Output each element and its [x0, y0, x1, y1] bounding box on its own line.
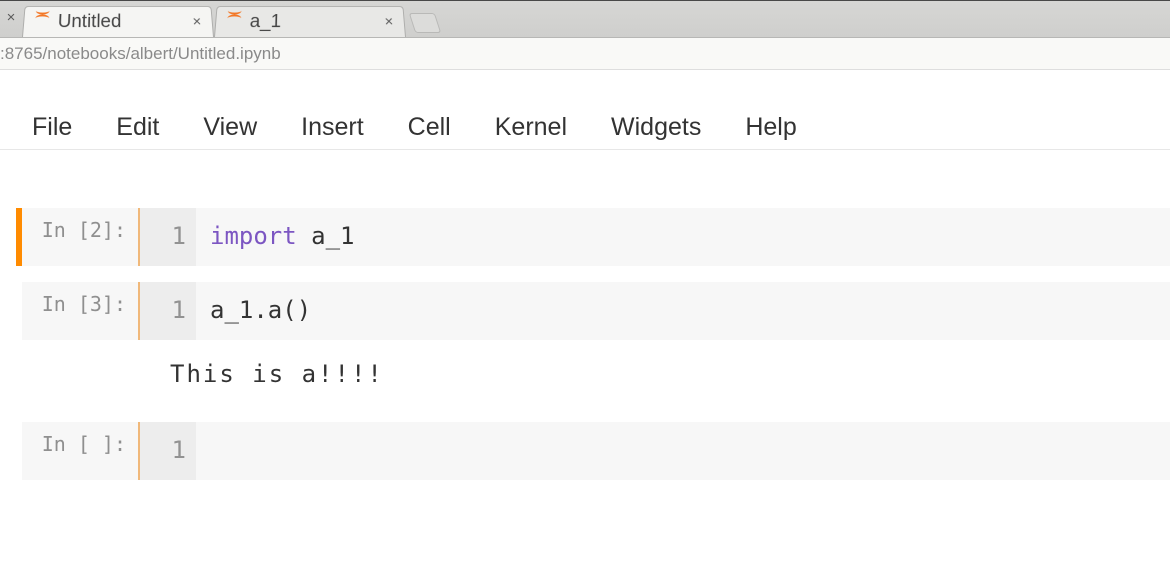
code-cell[interactable]: In [2]: 1 import a_1 — [16, 208, 1170, 266]
code-content[interactable]: import a_1 — [196, 208, 1170, 266]
browser-tab-strip: × Untitled × a_1 × — [0, 0, 1170, 38]
menu-cell[interactable]: Cell — [408, 113, 451, 142]
code-token-plain: a_1 — [297, 222, 355, 250]
notebook-area: File Edit View Insert Cell Kernel Widget… — [0, 70, 1170, 480]
browser-tab-a1[interactable]: a_1 × — [214, 6, 406, 37]
cell-prompt: In [ ]: — [22, 422, 138, 480]
output-text: This is a!!!! — [154, 360, 384, 388]
code-token-plain: a_1.a() — [210, 296, 311, 324]
menu-help[interactable]: Help — [745, 113, 796, 142]
code-cell[interactable]: In [3]: 1 a_1.a() — [16, 282, 1170, 340]
line-number: 1 — [140, 422, 196, 480]
jupyter-icon — [34, 14, 51, 30]
menu-bar: File Edit View Insert Cell Kernel Widget… — [0, 106, 1170, 150]
new-tab-button[interactable] — [409, 13, 441, 33]
cell-input-area[interactable]: 1 import a_1 — [140, 208, 1170, 266]
close-icon: × — [4, 11, 18, 25]
menu-insert[interactable]: Insert — [301, 113, 364, 142]
code-cell[interactable]: In [ ]: 1 — [16, 422, 1170, 480]
jupyter-icon — [226, 14, 243, 30]
menu-view[interactable]: View — [203, 113, 257, 142]
cell-input-area[interactable]: 1 — [140, 422, 1170, 480]
close-icon[interactable]: × — [190, 15, 205, 29]
line-number: 1 — [140, 208, 196, 266]
tab-title: Untitled — [57, 11, 190, 32]
menu-file[interactable]: File — [32, 113, 72, 142]
menu-widgets[interactable]: Widgets — [611, 113, 701, 142]
cells-container: In [2]: 1 import a_1 In [3]: 1 a_1.a() T… — [0, 150, 1170, 480]
address-bar: :8765/notebooks/albert/Untitled.ipynb — [0, 38, 1170, 70]
tab-title: a_1 — [249, 11, 382, 32]
cell-input-area[interactable]: 1 a_1.a() — [140, 282, 1170, 340]
code-content[interactable] — [196, 422, 1170, 480]
browser-tab-untitled[interactable]: Untitled × — [22, 6, 214, 37]
url-text[interactable]: :8765/notebooks/albert/Untitled.ipynb — [0, 44, 281, 64]
close-icon[interactable]: × — [382, 15, 397, 29]
code-content[interactable]: a_1.a() — [196, 282, 1170, 340]
code-token-keyword: import — [210, 222, 297, 250]
menu-kernel[interactable]: Kernel — [495, 113, 567, 142]
cell-output: This is a!!!! — [16, 360, 1170, 388]
prev-tab-close[interactable]: × — [0, 5, 22, 37]
menu-edit[interactable]: Edit — [116, 113, 159, 142]
cell-prompt: In [3]: — [22, 282, 138, 340]
line-number: 1 — [140, 282, 196, 340]
cell-prompt: In [2]: — [22, 208, 138, 266]
output-spacer — [16, 360, 154, 388]
